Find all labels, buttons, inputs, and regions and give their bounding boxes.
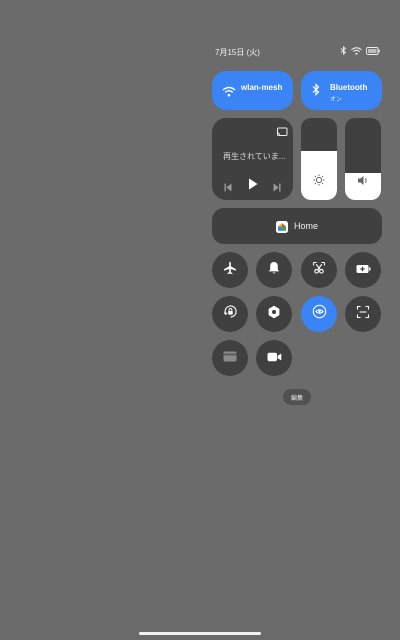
volume-slider[interactable] bbox=[345, 118, 381, 200]
eye-comfort-toggle[interactable] bbox=[301, 296, 337, 332]
status-icons bbox=[340, 46, 380, 55]
wallet-toggle[interactable] bbox=[212, 340, 248, 376]
airplane-icon bbox=[223, 261, 237, 280]
screenshot-toggle[interactable] bbox=[301, 252, 337, 288]
bluetooth-tile[interactable]: Bluetooth オン bbox=[301, 71, 382, 110]
eye-comfort-icon bbox=[312, 304, 327, 324]
scissors-icon bbox=[312, 261, 326, 280]
bluetooth-icon bbox=[312, 83, 320, 101]
status-date: 7月15日 (火) bbox=[215, 48, 260, 57]
wifi-tile[interactable]: wlan-mesh bbox=[212, 71, 293, 110]
bluetooth-tile-sub: オン bbox=[330, 97, 343, 103]
rotation-lock-icon bbox=[223, 304, 238, 324]
scan-icon bbox=[356, 305, 370, 324]
play-icon[interactable] bbox=[248, 177, 258, 195]
card-icon bbox=[223, 349, 237, 367]
google-home-icon bbox=[276, 220, 288, 238]
battery-plus-icon bbox=[356, 261, 371, 279]
home-tile[interactable]: Home bbox=[212, 208, 382, 244]
bluetooth-tile-label: Bluetooth bbox=[330, 83, 368, 92]
cast-icon[interactable] bbox=[276, 124, 288, 142]
previous-icon[interactable] bbox=[224, 179, 232, 197]
settings-toggle[interactable] bbox=[256, 296, 292, 332]
bluetooth-status-icon bbox=[340, 46, 347, 55]
brightness-slider[interactable] bbox=[301, 118, 337, 200]
battery-saver-toggle[interactable] bbox=[345, 252, 381, 288]
scanner-toggle[interactable] bbox=[345, 296, 381, 332]
media-status-text: 再生されていま... bbox=[223, 152, 286, 161]
wifi-icon bbox=[222, 84, 236, 102]
rotation-lock-toggle[interactable] bbox=[212, 296, 248, 332]
home-tile-label: Home bbox=[294, 221, 319, 231]
volume-icon bbox=[357, 173, 369, 191]
sound-toggle[interactable] bbox=[256, 252, 292, 288]
airplane-mode-toggle[interactable] bbox=[212, 252, 248, 288]
media-player-tile[interactable]: 再生されていま... bbox=[212, 118, 293, 200]
gesture-bar[interactable] bbox=[139, 632, 261, 635]
wifi-tile-label: wlan-mesh bbox=[241, 83, 283, 92]
video-camera-icon bbox=[267, 349, 282, 367]
hexagon-settings-icon bbox=[267, 305, 281, 324]
battery-status-icon bbox=[366, 46, 380, 55]
next-icon[interactable] bbox=[273, 179, 281, 197]
video-toggle[interactable] bbox=[256, 340, 292, 376]
bell-icon bbox=[268, 261, 280, 280]
wifi-status-icon bbox=[351, 46, 362, 55]
brightness-icon bbox=[313, 173, 325, 191]
edit-button[interactable]: 編集 bbox=[283, 389, 311, 405]
